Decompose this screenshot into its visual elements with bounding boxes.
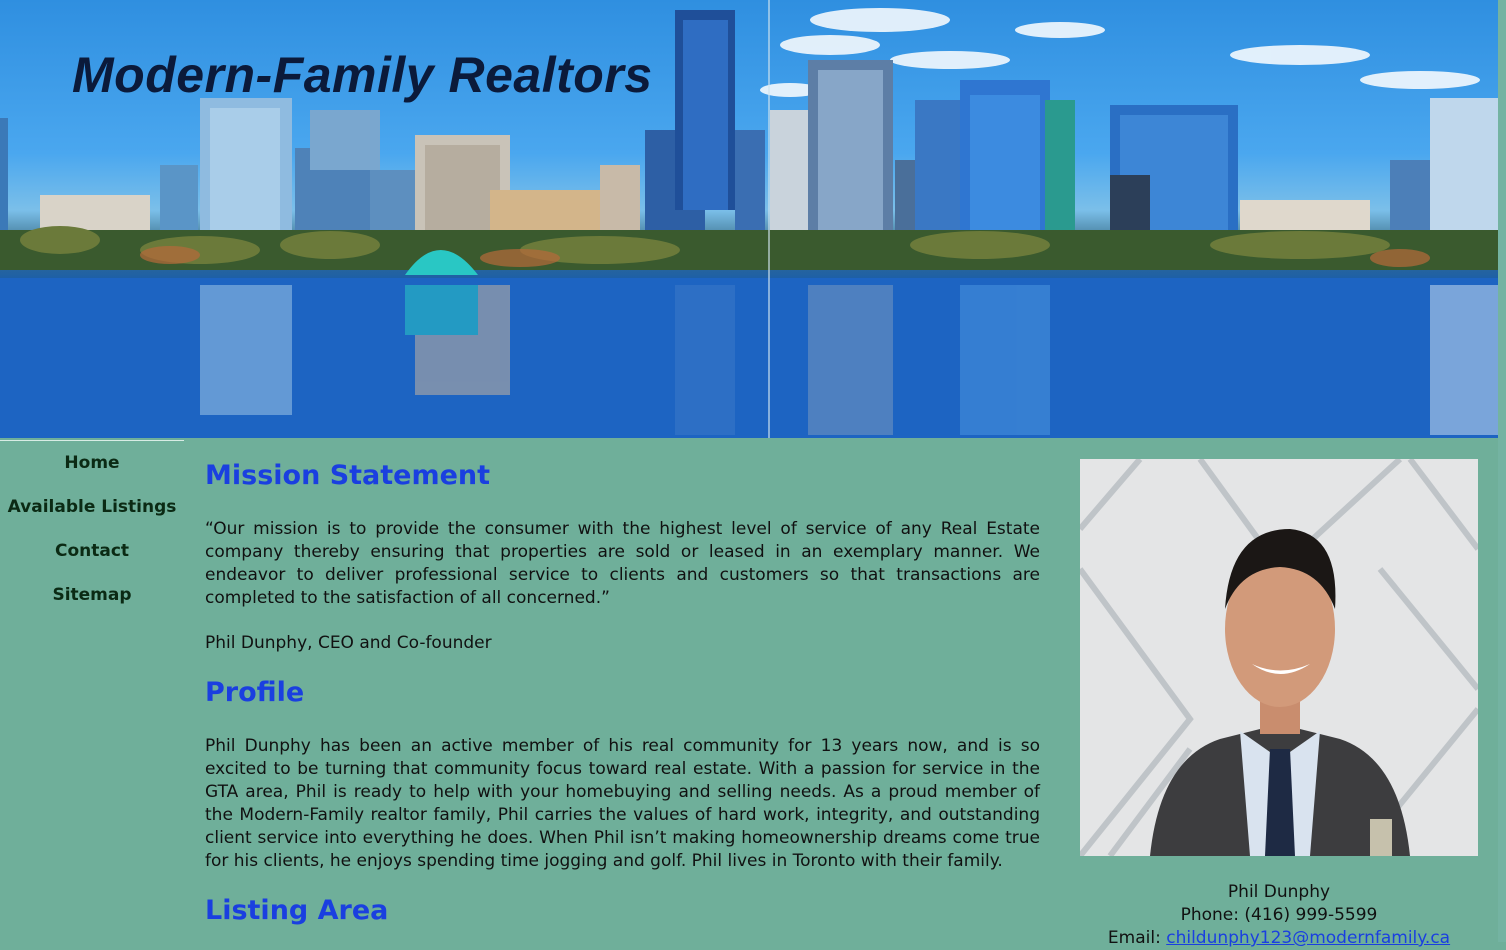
agent-phone-line: Phone: (416) 999-5599 — [1080, 904, 1478, 927]
agent-contact-card: Phil Dunphy Phone: (416) 999-5599 Email:… — [1080, 881, 1478, 950]
agent-email-label: Email: — [1107, 928, 1161, 948]
agent-email-link[interactable]: childunphy123@modernfamily.ca — [1166, 928, 1450, 948]
mission-signature: Phil Dunphy, CEO and Co-founder — [205, 633, 492, 653]
mission-statement-text: “Our mission is to provide the consumer … — [205, 519, 1040, 608]
profile-text: Phil Dunphy has been an active member of… — [205, 736, 1040, 871]
nav-contact-link[interactable]: Contact — [0, 529, 184, 573]
nav-available-listings-link[interactable]: Available Listings — [0, 485, 184, 529]
mission-statement-heading: Mission Statement — [205, 460, 491, 491]
agent-phone-label: Phone: — [1180, 905, 1239, 925]
site-title: Modern-Family Realtors — [72, 47, 653, 103]
profile-heading: Profile — [205, 677, 305, 708]
agent-name: Phil Dunphy — [1227, 882, 1331, 902]
nav-sitemap-link[interactable]: Sitemap — [0, 573, 184, 617]
sidebar-nav: Home Available Listings Contact Sitemap — [0, 440, 184, 617]
page-edge — [1498, 0, 1506, 942]
agent-phone: (416) 999-5599 — [1244, 905, 1378, 925]
main-content: Mission Statement “Our mission is to pro… — [205, 456, 1040, 931]
agent-email-line: Email: childunphy123@modernfamily.ca — [1080, 927, 1478, 950]
header-banner: Modern-Family Realtors — [0, 0, 1498, 438]
nav-home-link[interactable]: Home — [0, 441, 184, 485]
listing-area-heading: Listing Area — [205, 895, 389, 926]
agent-portrait-image — [1080, 459, 1478, 856]
agent-photo — [1080, 459, 1478, 856]
